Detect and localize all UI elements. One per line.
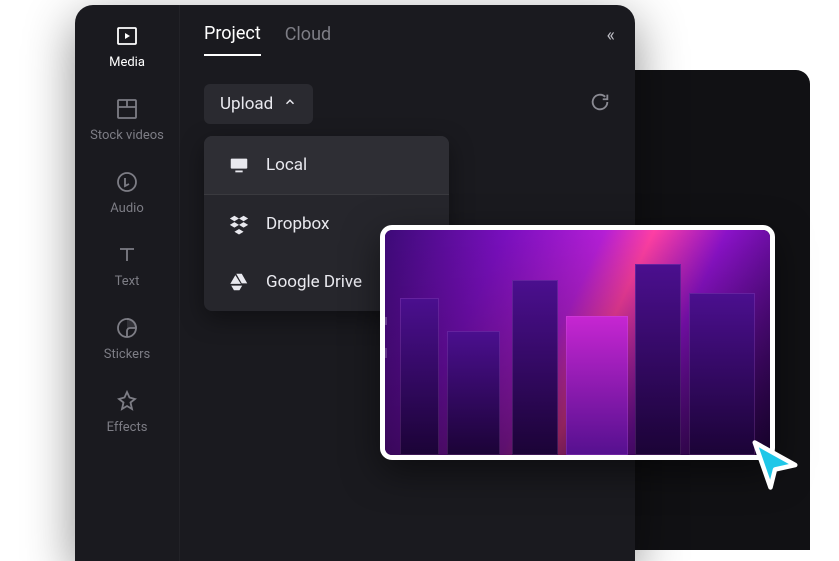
tabs: Project Cloud « (204, 23, 611, 56)
dropbox-icon (228, 213, 250, 235)
sidebar-item-label: Media (109, 55, 145, 70)
thumbnail-image (385, 230, 770, 455)
collapse-panel-button[interactable]: « (607, 25, 611, 46)
effects-icon (114, 388, 140, 414)
toolbar: Upload (204, 84, 611, 124)
sidebar-item-label: Stock videos (90, 128, 164, 143)
tab-project[interactable]: Project (204, 23, 261, 56)
sidebar-item-audio[interactable]: Audio (110, 169, 143, 216)
sidebar-item-media[interactable]: Media (109, 23, 145, 70)
chevron-up-icon (283, 94, 297, 114)
monitor-icon (228, 154, 250, 176)
stickers-icon (114, 315, 140, 341)
media-icon (114, 23, 140, 49)
sidebar-item-label: Audio (110, 201, 143, 216)
upload-option-label: Dropbox (266, 214, 330, 234)
text-icon (114, 242, 140, 268)
upload-button-label: Upload (220, 94, 273, 114)
upload-option-local[interactable]: Local (204, 136, 449, 195)
media-thumbnail[interactable] (380, 225, 775, 460)
audio-icon (114, 169, 140, 195)
upload-option-label: Google Drive (266, 272, 362, 292)
upload-button[interactable]: Upload (204, 84, 313, 124)
sidebar-item-label: Effects (107, 420, 148, 435)
cursor-pointer-icon (748, 438, 802, 492)
sidebar-item-label: Text (115, 274, 140, 289)
sidebar-item-text[interactable]: Text (114, 242, 140, 289)
tab-cloud[interactable]: Cloud (285, 24, 331, 55)
stock-videos-icon (114, 96, 140, 122)
sidebar-item-stock-videos[interactable]: Stock videos (90, 96, 164, 143)
sidebar-item-stickers[interactable]: Stickers (104, 315, 150, 362)
upload-option-label: Local (266, 155, 307, 175)
sidebar-item-label: Stickers (104, 347, 150, 362)
sidebar-item-effects[interactable]: Effects (107, 388, 148, 435)
google-drive-icon (228, 271, 250, 293)
sidebar: Media Stock videos Audio Text Stickers (75, 5, 180, 561)
refresh-button[interactable] (589, 91, 611, 117)
